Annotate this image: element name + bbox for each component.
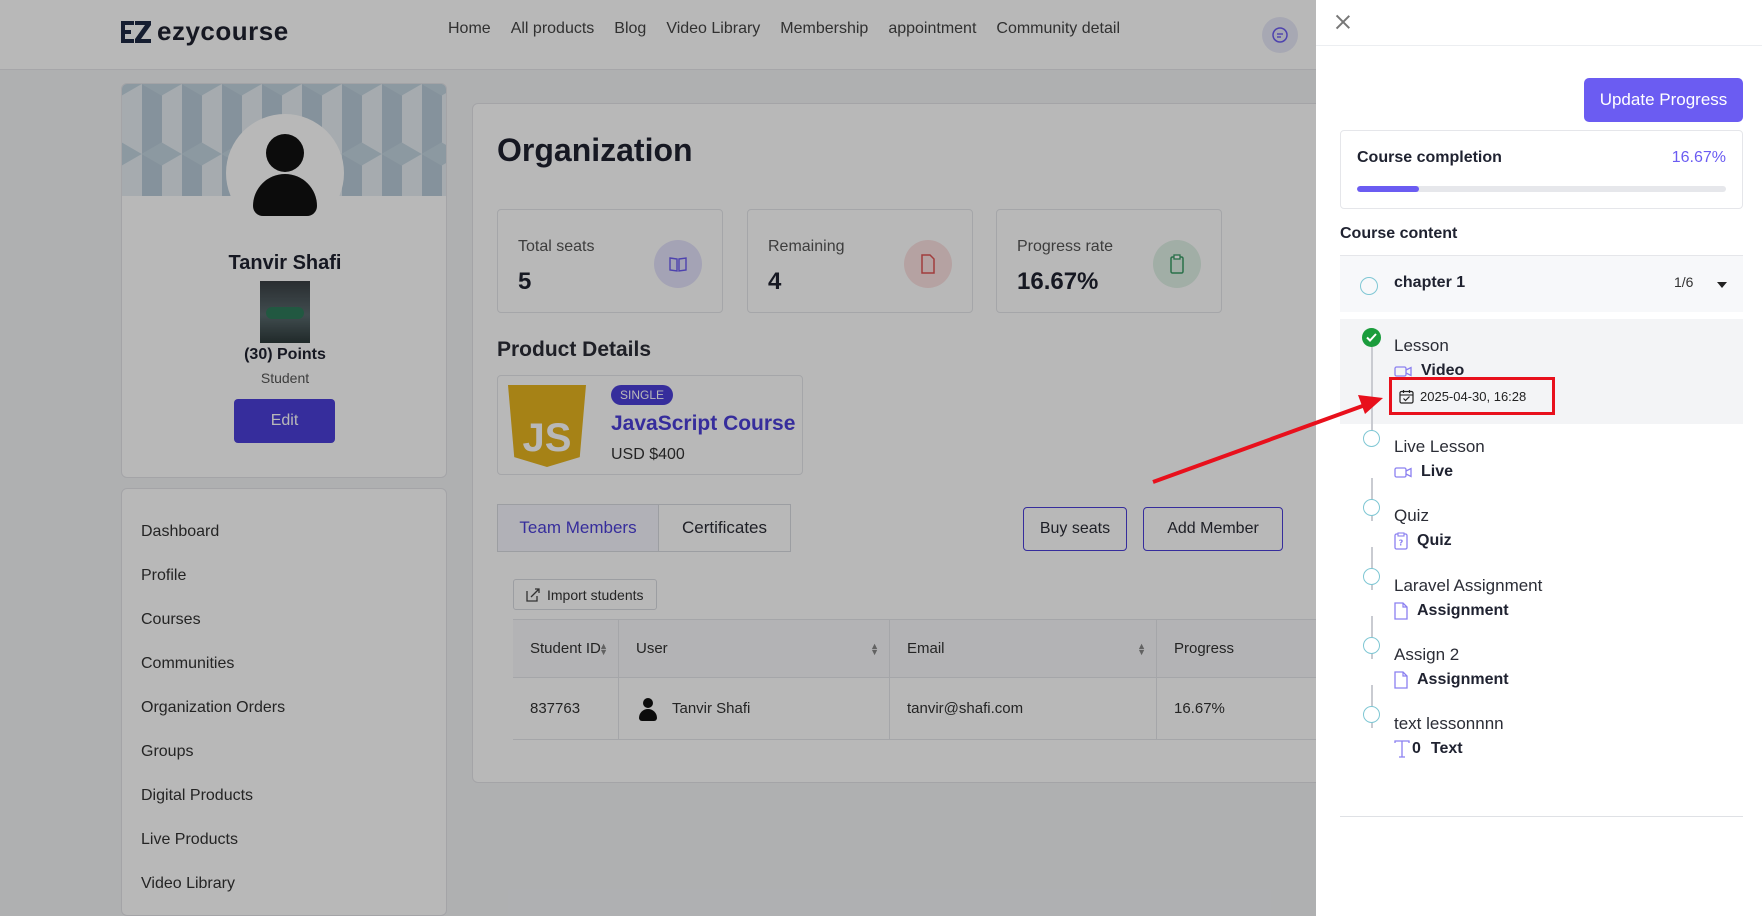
drawer-header: [1316, 0, 1762, 46]
chapter-count: 1/6: [1674, 274, 1694, 290]
lesson-title[interactable]: text lessonnnn: [1394, 714, 1504, 734]
lesson-title[interactable]: Laravel Assignment: [1394, 576, 1542, 596]
progress-bar: [1357, 186, 1726, 192]
course-completion-value: 16.67%: [1671, 149, 1726, 166]
lesson-type: 0 Text: [1394, 740, 1463, 758]
course-progress-drawer: Update Progress Course completion 16.67%…: [1316, 0, 1762, 916]
completion-date-text: 2025-04-30, 16:28: [1420, 388, 1527, 404]
video-icon: [1394, 365, 1412, 377]
lesson-status-icon: [1363, 430, 1380, 447]
chevron-down-icon[interactable]: [1717, 282, 1727, 288]
lesson-status-icon: [1363, 499, 1380, 516]
lesson-type: Assignment: [1394, 671, 1509, 689]
chapter-name: chapter 1: [1394, 274, 1466, 291]
course-completion-card: Course completion 16.67%: [1340, 130, 1743, 209]
chapter-header[interactable]: chapter 1 1/6: [1340, 256, 1743, 312]
text-icon: [1394, 740, 1410, 758]
lesson-type: Live: [1394, 463, 1453, 481]
course-completion-label: Course completion: [1357, 149, 1502, 166]
svg-text:?: ?: [1399, 539, 1404, 548]
text-lesson-prefix: 0: [1412, 740, 1421, 757]
lesson-type: Assignment: [1394, 602, 1509, 620]
lesson-status-icon: [1363, 568, 1380, 585]
lesson-title[interactable]: Lesson: [1394, 336, 1449, 356]
video-icon: [1394, 466, 1412, 478]
lesson-title[interactable]: Quiz: [1394, 506, 1429, 526]
calendar-check-icon: [1399, 389, 1414, 404]
lesson-status-icon: [1363, 637, 1380, 654]
lesson-status-icon: [1363, 706, 1380, 723]
timeline-line: [1371, 347, 1373, 432]
close-icon[interactable]: [1332, 11, 1354, 33]
completion-date: 2025-04-30, 16:28: [1389, 377, 1555, 415]
file-icon: [1394, 671, 1408, 689]
course-content-heading: Course content: [1340, 225, 1458, 242]
progress-bar-fill: [1357, 186, 1419, 192]
update-progress-button[interactable]: Update Progress: [1584, 78, 1743, 122]
file-icon: [1394, 602, 1408, 620]
lesson-title[interactable]: Live Lesson: [1394, 437, 1485, 457]
lesson-title[interactable]: Assign 2: [1394, 645, 1459, 665]
quiz-icon: ?: [1394, 532, 1408, 550]
completed-check-icon: [1362, 328, 1381, 347]
divider: [1340, 816, 1743, 817]
chapter-status-icon: [1360, 277, 1378, 295]
modal-backdrop[interactable]: [0, 0, 1316, 916]
lesson-type: ? Quiz: [1394, 532, 1452, 550]
